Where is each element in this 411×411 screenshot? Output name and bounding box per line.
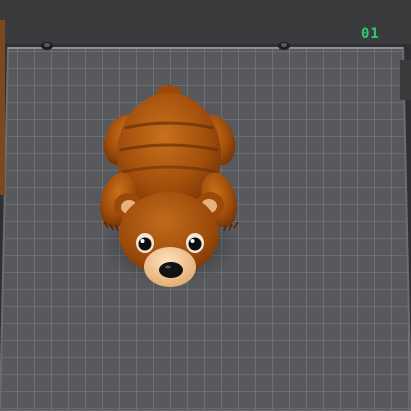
plate-frame-top — [0, 0, 411, 44]
side-object-left — [0, 20, 5, 195]
viewport-scene[interactable] — [0, 0, 411, 411]
plate-pin-right — [278, 42, 290, 50]
plate-number-label: 01 — [361, 26, 380, 42]
plate-edge-right — [400, 60, 411, 100]
plate-pin-left — [41, 42, 53, 50]
bear-eye-left — [136, 233, 154, 253]
3d-viewport[interactable]: 01 — [0, 0, 411, 411]
bear-eye-right — [186, 233, 204, 253]
bear-nose — [159, 262, 183, 278]
